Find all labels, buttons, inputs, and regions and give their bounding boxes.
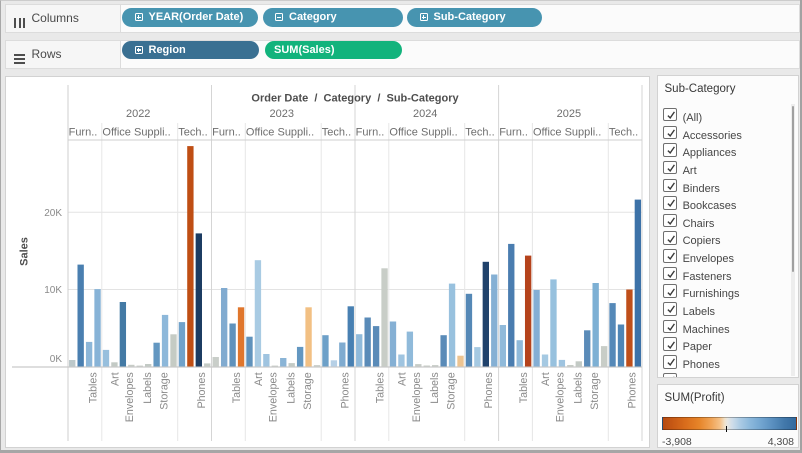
svg-text:Phones: Phones [627,372,639,408]
svg-text:Labels: Labels [573,372,585,404]
svg-text:Storage: Storage [302,372,314,409]
svg-text:10K: 10K [44,285,62,296]
svg-text:Furn..: Furn.. [356,126,385,138]
svg-text:Envelopes: Envelopes [124,372,136,422]
svg-text:Phones: Phones [196,372,208,408]
svg-text:Office Suppli..: Office Suppli.. [102,126,170,138]
svg-text:2024: 2024 [413,108,437,120]
svg-text:Art: Art [253,372,265,386]
svg-text:Tables: Tables [87,372,99,403]
svg-text:Tables: Tables [518,372,530,403]
svg-text:Tech..: Tech.. [322,126,351,138]
svg-text:Labels: Labels [429,372,441,404]
svg-text:Labels: Labels [286,372,298,404]
svg-text:Furn..: Furn.. [212,126,241,138]
svg-text:Sales: Sales [19,237,31,266]
svg-text:Storage: Storage [589,372,601,409]
svg-text:Tables: Tables [231,372,243,403]
svg-text:2025: 2025 [557,108,581,120]
svg-text:Order Date / Category / Su: Order Date / Category / Sub-Category [251,93,459,105]
svg-text:Storage: Storage [445,372,457,409]
svg-text:Art: Art [540,372,552,386]
svg-text:Envelopes: Envelopes [268,372,280,422]
svg-text:Phones: Phones [483,372,495,408]
svg-text:Tech..: Tech.. [178,126,207,138]
svg-text:0K: 0K [50,354,63,365]
svg-text:Furn..: Furn.. [69,126,98,138]
svg-text:Office Suppli..: Office Suppli.. [533,126,601,138]
svg-text:Envelopes: Envelopes [555,372,567,422]
svg-text:2022: 2022 [126,108,150,120]
svg-text:2023: 2023 [270,108,294,120]
svg-text:Furn..: Furn.. [499,126,528,138]
svg-text:Envelopes: Envelopes [411,372,423,422]
svg-text:Art: Art [110,372,122,386]
svg-text:Tech..: Tech.. [465,126,494,138]
svg-text:Labels: Labels [142,372,154,404]
svg-text:20K: 20K [44,208,62,219]
svg-text:Art: Art [397,372,409,386]
svg-text:Tech..: Tech.. [609,126,638,138]
svg-text:Tables: Tables [374,372,386,403]
svg-text:Phones: Phones [340,372,352,408]
svg-text:Office Suppli..: Office Suppli.. [246,126,314,138]
svg-text:Storage: Storage [158,372,170,409]
svg-text:Office Suppli..: Office Suppli.. [389,126,457,138]
